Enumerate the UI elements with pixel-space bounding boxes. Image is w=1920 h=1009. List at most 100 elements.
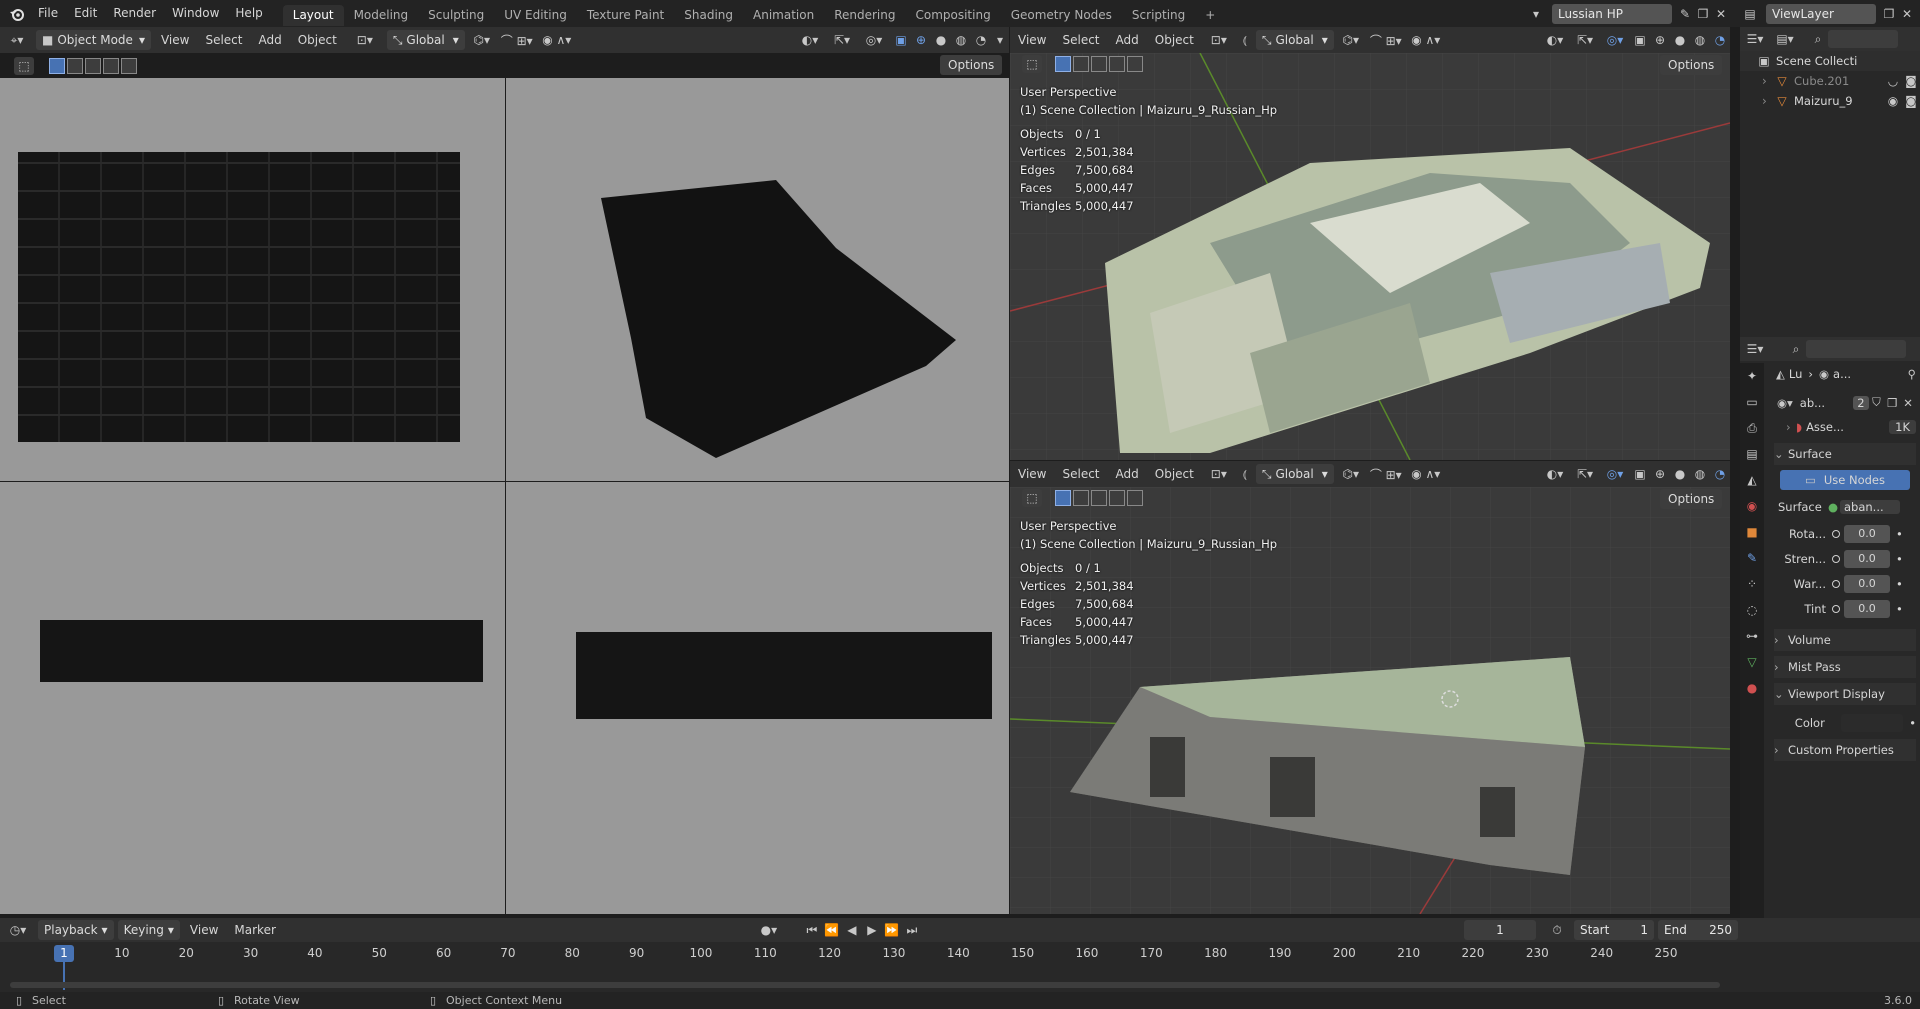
- vp-bottom-gizmo-icon[interactable]: ⇱▾: [1570, 467, 1600, 481]
- playback-menu[interactable]: Playback ▾: [38, 920, 114, 940]
- asset-row[interactable]: › ◗ Asse... 1K: [1786, 420, 1916, 434]
- render-tab-icon[interactable]: ▭: [1740, 389, 1764, 415]
- vp-bottom-overlay-icon[interactable]: ◎▾: [1600, 467, 1630, 481]
- vp-bottom-rendered-icon[interactable]: ◔: [1710, 467, 1730, 481]
- outliner-item-maizuru[interactable]: › ▽ Maizuru_9 ◉ ◙: [1740, 91, 1920, 111]
- view-layer-tab-icon[interactable]: ▤: [1740, 441, 1764, 467]
- vp-top-snap-icon[interactable]: ⌒ ⊞▾: [1366, 32, 1406, 49]
- material-tab-icon[interactable]: ●: [1740, 675, 1764, 701]
- playhead[interactable]: 1: [54, 945, 74, 962]
- users-count[interactable]: 2: [1853, 395, 1869, 410]
- vp-bottom-menu-view[interactable]: View: [1010, 461, 1054, 487]
- viewport-display-panel-header[interactable]: ⌄ Viewport Display: [1774, 683, 1916, 705]
- scene-name-field[interactable]: Lussian HP: [1552, 3, 1672, 24]
- left-overlay-icon[interactable]: ◎▾: [857, 33, 891, 47]
- modifier-tab-icon[interactable]: ✎: [1740, 545, 1764, 571]
- use-nodes-button[interactable]: ▭ Use Nodes: [1780, 470, 1910, 490]
- constraints-tab-icon[interactable]: ⊶: [1740, 623, 1764, 649]
- vp-bottom-selection-mode-buttons[interactable]: [1054, 490, 1144, 506]
- view-layer-icon[interactable]: ▤: [1738, 7, 1762, 21]
- mist-panel-header[interactable]: › Mist Pass: [1774, 656, 1916, 678]
- left-gizmo-icon[interactable]: ⇱▾: [827, 33, 857, 47]
- tab-layout[interactable]: Layout: [282, 4, 344, 26]
- strength-field[interactable]: 0.0: [1844, 550, 1890, 568]
- vp-top-overlay-icon[interactable]: ◎▾: [1600, 33, 1630, 47]
- menu-file[interactable]: File: [30, 0, 66, 27]
- outliner-search-field[interactable]: [1828, 30, 1898, 48]
- vp-top-proportional-icon[interactable]: ◉ ∧▾: [1406, 33, 1446, 47]
- left-orientation-dropdown[interactable]: ⤡ Global ▾: [386, 30, 465, 50]
- vp-bottom-visibility-icon[interactable]: ◐▾: [1540, 467, 1570, 481]
- vp-top-xray-icon[interactable]: ▣: [1630, 33, 1650, 47]
- tab-rendering[interactable]: Rendering: [824, 5, 905, 26]
- properties-search-icon[interactable]: ⌕: [1786, 342, 1806, 357]
- remove-view-layer-icon[interactable]: ✕: [1898, 7, 1916, 21]
- left-xray-icon[interactable]: ▣: [891, 33, 911, 47]
- tab-geometry-nodes[interactable]: Geometry Nodes: [1001, 5, 1122, 26]
- vp-top-menu-view[interactable]: View: [1010, 27, 1054, 53]
- camera-icon[interactable]: ◙: [1902, 74, 1920, 88]
- tab-uv-editing[interactable]: UV Editing: [494, 5, 577, 26]
- vp-top-wireframe-icon[interactable]: ⊕: [1650, 33, 1670, 47]
- vp-bottom-snap-icon[interactable]: ⌒ ⊞▾: [1366, 466, 1406, 483]
- left-menu-select[interactable]: Select: [197, 27, 250, 53]
- tab-sculpting[interactable]: Sculpting: [418, 5, 494, 26]
- physics-tab-icon[interactable]: ◌: [1740, 597, 1764, 623]
- viewport-bottom-right[interactable]: [506, 482, 1009, 914]
- output-tab-icon[interactable]: ⎙: [1740, 415, 1764, 441]
- left-selection-mode-buttons[interactable]: [48, 58, 138, 74]
- custom-properties-panel-header[interactable]: › Custom Properties: [1774, 739, 1916, 761]
- color-swatch[interactable]: [1840, 714, 1904, 732]
- viewport-top-right[interactable]: [506, 78, 1009, 481]
- outliner-editor-icon[interactable]: ☰▾: [1740, 32, 1770, 46]
- viewport-3d-bottom[interactable]: ⬚ Options User Perspective (1) Scene Col…: [1010, 487, 1730, 914]
- world-browse-icon[interactable]: ◉▾: [1774, 396, 1796, 410]
- vp-bottom-proportional-icon[interactable]: ◉ ∧▾: [1406, 467, 1446, 481]
- vp-top-orientation-dropdown[interactable]: ⤡ Global ▾: [1255, 30, 1334, 50]
- tab-shading[interactable]: Shading: [674, 5, 743, 26]
- proportional-edit-icon[interactable]: ◉ ∧▾: [537, 33, 577, 47]
- tab-compositing[interactable]: Compositing: [905, 5, 1000, 26]
- vp-top-gizmo-icon[interactable]: ⇱▾: [1570, 33, 1600, 47]
- vp-top-toolbar-toggle[interactable]: ⬚: [1022, 55, 1042, 73]
- record-icon[interactable]: ●▾: [756, 923, 782, 937]
- vp-top-pivot-icon[interactable]: ⌬▾: [1336, 33, 1366, 47]
- vp-top-menu-add[interactable]: Add: [1108, 27, 1147, 53]
- add-workspace-button[interactable]: +: [1195, 5, 1225, 26]
- left-material-shading-icon[interactable]: ◍: [951, 33, 971, 47]
- select-box-tool-icon[interactable]: ⬚: [14, 57, 34, 75]
- editor-type-icon[interactable]: ⌖▾: [0, 33, 34, 48]
- duplicate-icon[interactable]: ❐: [1884, 396, 1900, 410]
- current-frame-field[interactable]: 1: [1464, 920, 1536, 940]
- left-menu-object[interactable]: Object: [290, 27, 345, 53]
- tint-field[interactable]: 0.0: [1844, 600, 1890, 618]
- timeline-menu-marker[interactable]: Marker: [226, 917, 283, 943]
- vp-top-menu-object[interactable]: Object: [1147, 27, 1202, 53]
- play-icon[interactable]: ▶: [862, 923, 882, 937]
- stopwatch-icon[interactable]: ⏱: [1544, 923, 1570, 938]
- object-tab-icon[interactable]: ■: [1740, 519, 1764, 545]
- vp-top-material-icon[interactable]: ◍: [1690, 33, 1710, 47]
- vp-bottom-solid-icon[interactable]: ●: [1670, 467, 1690, 481]
- tool-tab-icon[interactable]: ✦: [1740, 363, 1764, 389]
- menu-help[interactable]: Help: [227, 0, 270, 27]
- volume-panel-header[interactable]: › Volume: [1774, 629, 1916, 651]
- vp-bottom-menu-add[interactable]: Add: [1108, 461, 1147, 487]
- vp-bottom-menu-select[interactable]: Select: [1054, 461, 1107, 487]
- viewport-top-left[interactable]: [0, 78, 505, 481]
- outliner-item-cube[interactable]: › ▽ Cube.201 ◡ ◙: [1740, 71, 1920, 91]
- pivot-icon[interactable]: ⌬▾: [467, 33, 497, 47]
- tab-scripting[interactable]: Scripting: [1122, 5, 1195, 26]
- left-wireframe-shading-icon[interactable]: ⊕: [911, 33, 931, 47]
- fake-user-icon[interactable]: ⛉: [1869, 395, 1885, 410]
- new-view-layer-icon[interactable]: ❐: [1880, 7, 1898, 21]
- left-options-button[interactable]: Options: [940, 55, 1003, 75]
- vp-bottom-menu-object[interactable]: Object: [1147, 461, 1202, 487]
- jump-keyframe-forward-icon[interactable]: ⏩: [882, 923, 902, 937]
- vp-bottom-wireframe-icon[interactable]: ⊕: [1650, 467, 1670, 481]
- timeline-scrollbar[interactable]: [10, 982, 1720, 988]
- mode-dropdown[interactable]: ■ Object Mode ▾: [36, 30, 151, 50]
- world-name-field[interactable]: ab...: [1800, 396, 1851, 410]
- pin-icon[interactable]: ⚲: [1908, 367, 1916, 381]
- eye-icon[interactable]: ◉: [1884, 94, 1902, 108]
